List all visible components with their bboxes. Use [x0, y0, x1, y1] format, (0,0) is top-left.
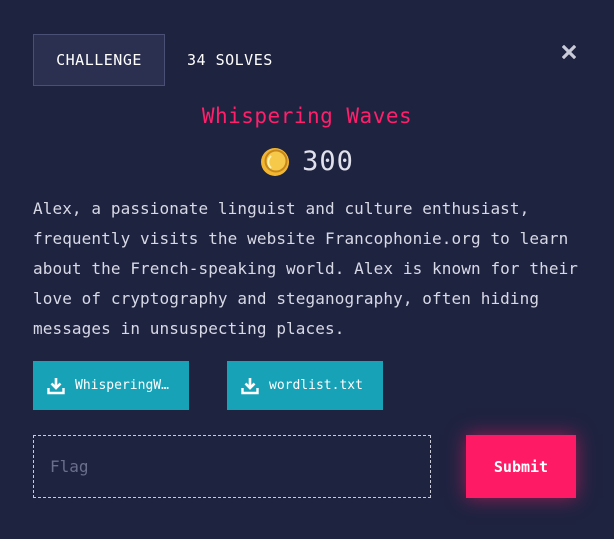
download-file-button-1[interactable]: WhisperingW…	[33, 361, 189, 410]
download-icon	[47, 377, 65, 394]
coin-icon	[261, 147, 290, 176]
flag-input[interactable]	[33, 435, 431, 498]
challenge-points: 300	[0, 146, 614, 177]
challenge-modal: CHALLENGE 34 SOLVES Whispering Waves 300…	[0, 0, 614, 539]
challenge-description: Alex, a passionate linguist and culture …	[33, 199, 579, 338]
close-button[interactable]	[559, 42, 579, 62]
file-label: wordlist.txt	[269, 378, 363, 393]
download-file-button-2[interactable]: wordlist.txt	[227, 361, 383, 410]
download-icon	[241, 377, 259, 394]
points-value: 300	[302, 146, 354, 177]
file-label: WhisperingW…	[75, 378, 169, 393]
challenge-title: Whispering Waves	[201, 104, 413, 128]
close-icon	[562, 45, 576, 59]
tab-challenge[interactable]: CHALLENGE	[33, 34, 165, 86]
tab-solves[interactable]: 34 SOLVES	[187, 34, 273, 86]
submit-button[interactable]: Submit	[466, 435, 576, 498]
